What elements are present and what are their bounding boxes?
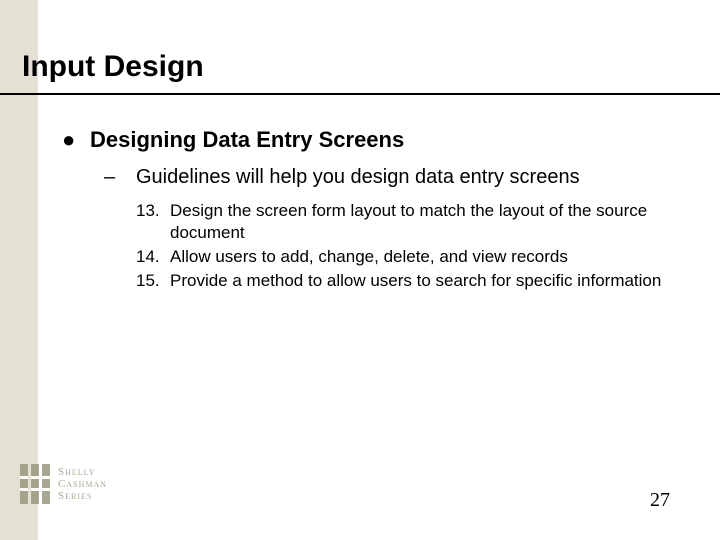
logo-line-2: Cashman: [58, 478, 107, 490]
logo-text: Shelly Cashman Series: [58, 466, 107, 502]
sub-text: Guidelines will help you design data ent…: [136, 164, 580, 190]
list-item: 13. Design the screen form layout to mat…: [136, 200, 682, 244]
list-item: 15. Provide a method to allow users to s…: [136, 270, 682, 292]
item-number: 15.: [136, 270, 170, 292]
item-number: 13.: [136, 200, 170, 222]
slide-content: ● Designing Data Entry Screens – Guideli…: [62, 126, 682, 294]
item-text: Allow users to add, change, delete, and …: [170, 246, 568, 268]
logo-line-3: Series: [58, 490, 107, 502]
logo-line-1: Shelly: [58, 466, 107, 478]
numbered-list: 13. Design the screen form layout to mat…: [136, 200, 682, 292]
bullet-marker: ●: [62, 126, 90, 154]
bullet-text: Designing Data Entry Screens: [90, 126, 404, 154]
bullet-level-2: – Guidelines will help you design data e…: [104, 164, 682, 190]
bullet-level-1: ● Designing Data Entry Screens: [62, 126, 682, 154]
page-number: 27: [650, 489, 670, 512]
title-underline: [0, 93, 720, 95]
series-logo: Shelly Cashman Series: [20, 464, 107, 504]
logo-bars-icon: [20, 464, 50, 504]
item-text: Design the screen form layout to match t…: [170, 200, 670, 244]
item-text: Provide a method to allow users to searc…: [170, 270, 661, 292]
slide-title: Input Design: [22, 50, 204, 84]
dash-marker: –: [104, 164, 136, 190]
item-number: 14.: [136, 246, 170, 268]
list-item: 14. Allow users to add, change, delete, …: [136, 246, 682, 268]
